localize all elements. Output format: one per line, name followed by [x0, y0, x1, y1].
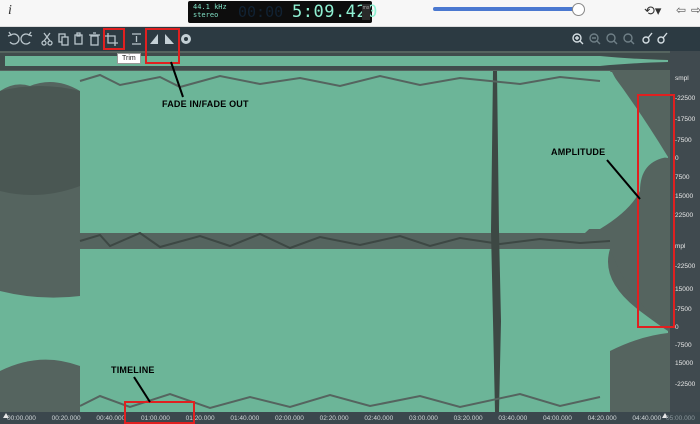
copy-icon[interactable]	[58, 33, 69, 46]
delete-icon[interactable]	[89, 32, 100, 46]
fade-annotation: FADE IN/FADE OUT	[162, 99, 249, 109]
timeline-tick-label: 00:20.000	[51, 415, 81, 422]
trim-tooltip: Trim	[117, 53, 141, 64]
timeline-tick-label: 01:40.000	[230, 415, 260, 422]
timeline-tick-label: 00:00.000	[7, 415, 36, 422]
fade-highlight-box	[145, 28, 180, 64]
amplitude-tick-label: -7500	[675, 306, 692, 313]
paste-icon[interactable]	[74, 32, 83, 45]
ghost-digits: 00:00	[238, 3, 284, 21]
zoom-fit-icon[interactable]	[623, 33, 635, 45]
channel-2-left-dark	[0, 249, 80, 298]
timeline-tick-label: 00:40.000	[96, 415, 126, 422]
amplitude-tick-label: 15000	[675, 360, 694, 367]
channel-mode: stereo	[193, 11, 219, 19]
volume-fill	[433, 7, 579, 11]
time-unit-toggle[interactable]: ms	[362, 4, 370, 20]
amplitude-tick-label: 0	[675, 324, 679, 331]
volume-knob[interactable]	[572, 3, 586, 16]
timeline-tick-label: 03:20.000	[453, 415, 483, 422]
zoom-out-amplitude-icon[interactable]	[657, 32, 668, 44]
zoom-out-icon[interactable]	[589, 33, 601, 45]
timeline-tick-label: 02:40.000	[364, 415, 394, 422]
time-display-panel: 44.1 kHz stereo 00:00 5:09.420 ms	[188, 1, 377, 23]
amplitude-tick-label: -7500	[675, 137, 692, 144]
top-bar: i 44.1 kHz stereo 00:00 5:09.420 ms ⟲▾ ⇦…	[0, 0, 700, 27]
sample-rate: 44.1 kHz	[193, 3, 227, 11]
zoom-in-amplitude-icon[interactable]	[642, 32, 653, 44]
amplitude-annotation: AMPLITUDE	[551, 147, 606, 157]
timeline-highlight-box	[124, 401, 195, 424]
amplitude-tick-label: 22500	[675, 212, 694, 219]
amplitude-tick-label: -17500	[675, 116, 696, 123]
amplitude-tick-label: 15000	[675, 286, 694, 293]
timeline-tick-label: 03:40.000	[498, 415, 528, 422]
amplitude-tick-label: -7500	[675, 342, 692, 349]
cut-icon[interactable]	[41, 32, 53, 46]
amplitude-tick-label: 7500	[675, 174, 690, 181]
timeline-tick-label: 02:00.000	[275, 415, 304, 422]
amplitude-tick-label: 15000	[675, 193, 694, 200]
amplitude-tick-label: smpl	[675, 75, 689, 82]
forward-arrow-icon[interactable]: ⇨	[691, 3, 700, 17]
waveform-canvas[interactable]	[0, 51, 670, 412]
timeline-tick-label: 04:40.000	[632, 415, 662, 422]
normalize-icon[interactable]	[181, 34, 191, 44]
history-icon[interactable]: ⟲▾	[644, 3, 661, 19]
sample-rate-readout: 44.1 kHz stereo	[193, 3, 227, 19]
channel-2-fill	[0, 249, 668, 412]
channel-2-left-bottom	[0, 359, 80, 412]
zoom-selection-icon[interactable]	[606, 33, 618, 45]
amplitude-tick-label: -22500	[675, 263, 696, 270]
timeline-tick-label: 02:20.000	[319, 415, 349, 422]
crop-highlight-box	[103, 28, 125, 50]
overview-body	[5, 56, 600, 66]
redo-icon[interactable]	[20, 31, 33, 45]
back-arrow-icon[interactable]: ⇦	[676, 3, 686, 17]
timeline-tick-label: 03:00.000	[409, 415, 438, 422]
amplitude-tick-label: -22500	[675, 95, 696, 102]
amplitude-highlight-box	[637, 94, 675, 328]
undo-icon[interactable]	[7, 31, 20, 45]
timeline-annotation: TIMELINE	[111, 365, 155, 375]
info-icon[interactable]: i	[8, 3, 12, 19]
silence-icon[interactable]	[132, 33, 141, 45]
timeline-tick-label: 04:20.000	[587, 415, 617, 422]
timeline-tick-label: 04:00.000	[543, 415, 572, 422]
volume-slider[interactable]	[433, 3, 586, 16]
timeline-tick-label: 05:00.000	[666, 415, 695, 422]
amplitude-tick-label: -22500	[675, 381, 696, 388]
amplitude-tick-label: 0	[675, 155, 679, 162]
amplitude-tick-label: mpl	[675, 243, 686, 250]
zoom-in-icon[interactable]	[572, 33, 584, 45]
